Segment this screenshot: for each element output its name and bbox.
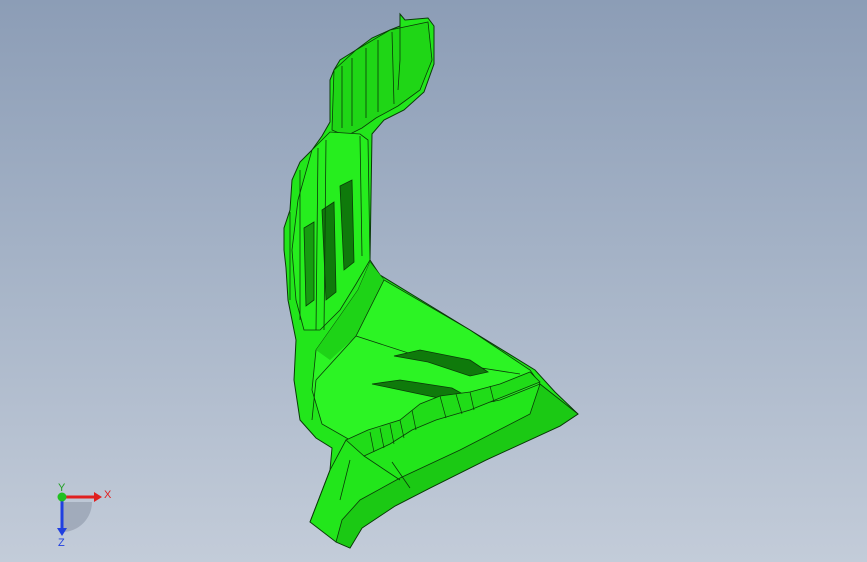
- z-axis-arrow: [57, 528, 67, 536]
- wall-cutout-3: [303, 221, 315, 307]
- 3d-part-model[interactable]: [0, 0, 867, 562]
- axis-triad: X Y Z: [57, 482, 112, 548]
- x-axis-label: X: [104, 489, 112, 501]
- z-axis-label: Z: [58, 537, 65, 548]
- y-axis-label: Y: [58, 482, 66, 494]
- graphics-viewport[interactable]: X Y Z: [0, 0, 867, 562]
- triad-shadow: [62, 502, 92, 532]
- x-axis-arrow: [94, 492, 102, 502]
